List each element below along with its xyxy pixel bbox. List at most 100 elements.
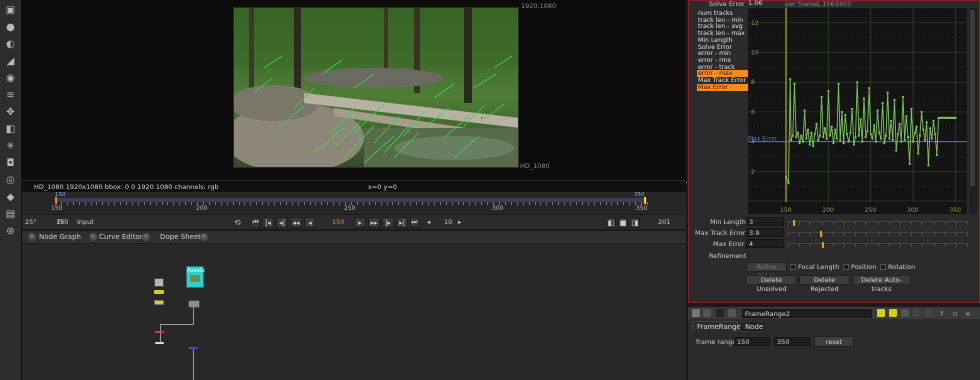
assets-backdrop[interactable]: Assets bbox=[186, 266, 205, 288]
write-node[interactable] bbox=[155, 342, 164, 344]
toggle-icon[interactable] bbox=[716, 309, 724, 317]
min-length-field[interactable]: 3 bbox=[746, 217, 784, 226]
next-keyframe-button[interactable]: ▸| bbox=[396, 217, 408, 228]
delete-autotracks-button[interactable]: Delete Auto-tracks bbox=[852, 275, 911, 293]
reset-button[interactable]: reset bbox=[814, 336, 854, 347]
viewer-image bbox=[233, 7, 519, 168]
framerange-node-red[interactable] bbox=[155, 331, 164, 333]
first-frame-button[interactable]: ⏮ bbox=[251, 217, 260, 228]
dot-node[interactable] bbox=[154, 290, 164, 294]
error-point bbox=[849, 131, 852, 134]
tab-node[interactable]: Node bbox=[740, 321, 766, 332]
input-node-icon[interactable] bbox=[889, 309, 897, 317]
tab-curve-editor[interactable]: Curve Editor bbox=[95, 233, 143, 241]
step-forward-increment-icon[interactable]: ▸ bbox=[458, 218, 461, 226]
max-track-error-field[interactable]: 3.9 bbox=[746, 228, 784, 237]
rotation-checkbox[interactable] bbox=[880, 264, 886, 270]
graph-scrollbar[interactable] bbox=[969, 8, 977, 214]
time-icon[interactable]: ◐ bbox=[4, 38, 17, 51]
delete-unsolved-button[interactable]: Delete Unsolved bbox=[746, 275, 797, 293]
range-end-field[interactable]: 350 bbox=[774, 337, 810, 346]
step-back-increment-icon[interactable]: ◂ bbox=[427, 218, 430, 226]
color-icon[interactable]: ◉ bbox=[4, 72, 17, 85]
slider-handle[interactable] bbox=[793, 220, 795, 226]
error-point bbox=[827, 90, 830, 93]
timeline-tick bbox=[161, 202, 163, 205]
play-backward-button[interactable]: ◂ bbox=[304, 217, 316, 228]
transform-icon[interactable]: ✥ bbox=[4, 106, 17, 119]
float-panel-icon[interactable]: ▫ bbox=[953, 310, 957, 318]
step-forward-button[interactable]: ▸▸ bbox=[368, 217, 380, 228]
prev-keyframe-button[interactable]: |◂ bbox=[262, 217, 274, 228]
slider-handle[interactable] bbox=[822, 242, 824, 248]
in-point-button[interactable]: ◧ bbox=[606, 217, 616, 228]
max-track-error-label: Max Track Error bbox=[695, 229, 746, 237]
toolsets-icon[interactable]: ▤ bbox=[4, 208, 17, 221]
metadata-icon[interactable]: ◆ bbox=[4, 191, 17, 204]
slider-tick bbox=[799, 233, 801, 236]
slider-tick bbox=[866, 233, 868, 236]
output-node-icon[interactable] bbox=[901, 309, 909, 317]
refine-solve-button[interactable]: Refine Solve bbox=[746, 262, 787, 280]
current-frame-field[interactable]: 150 bbox=[332, 218, 344, 226]
framerange-node-blue[interactable] bbox=[188, 347, 198, 349]
loop-icon[interactable]: ⟲ bbox=[234, 218, 241, 227]
filter-icon[interactable]: ≋ bbox=[4, 89, 17, 102]
tab-framerange[interactable]: FrameRange bbox=[692, 321, 741, 332]
close-panel-icon[interactable]: × bbox=[965, 310, 970, 318]
camera-tracker-node[interactable] bbox=[188, 300, 200, 308]
transform-node[interactable] bbox=[154, 300, 164, 305]
timeline-tick bbox=[469, 202, 471, 205]
help-icon[interactable]: ? bbox=[940, 310, 943, 318]
draw-icon[interactable]: ● bbox=[4, 21, 17, 34]
center-node-icon[interactable] bbox=[877, 309, 885, 317]
timeline[interactable]: 150 350 150 200 250 300 350 bbox=[22, 192, 686, 214]
viewer-info-bar: HD_1080 1920x1080 bbox: 0 0 1920 1080 ch… bbox=[22, 180, 686, 192]
channel-icon[interactable]: ◢ bbox=[4, 55, 17, 68]
link-icon[interactable] bbox=[913, 309, 921, 317]
out-point-marker[interactable] bbox=[644, 197, 646, 204]
close-tab-icon[interactable]: × bbox=[200, 233, 208, 241]
delete-rejected-button[interactable]: Delete Rejected bbox=[799, 275, 850, 293]
read-node[interactable] bbox=[154, 278, 164, 287]
swatch-icon[interactable] bbox=[728, 309, 736, 317]
node-connection bbox=[193, 307, 194, 325]
prev-frame-button[interactable]: ◂| bbox=[276, 217, 288, 228]
tab-dope-sheet[interactable]: Dope Sheet bbox=[156, 233, 201, 241]
viewer-icon[interactable]: ▣ bbox=[4, 4, 17, 17]
next-frame-button[interactable]: |▸ bbox=[382, 217, 394, 228]
views-icon[interactable]: ◎ bbox=[4, 174, 17, 187]
node-name-field[interactable]: FrameRange2 bbox=[742, 309, 872, 318]
step-size-field[interactable]: 10 bbox=[444, 218, 452, 226]
max-error-field[interactable]: 4 bbox=[746, 239, 784, 248]
close-tab-icon[interactable]: × bbox=[142, 233, 150, 241]
node-color-icon[interactable] bbox=[692, 309, 700, 317]
step-back-button[interactable]: ◂◂ bbox=[290, 217, 302, 228]
timeline-tick bbox=[546, 202, 548, 205]
revert-icon[interactable] bbox=[925, 309, 933, 317]
zoom-dropdown[interactable]: 25° bbox=[25, 218, 37, 226]
timeline-tick bbox=[416, 202, 418, 205]
deep-icon[interactable]: ◘ bbox=[4, 157, 17, 170]
position-checkbox[interactable] bbox=[843, 264, 849, 270]
error-point bbox=[878, 131, 881, 134]
focal-length-checkbox[interactable] bbox=[790, 264, 796, 270]
other-icon[interactable]: ⊛ bbox=[4, 225, 17, 238]
timeline-tick bbox=[114, 202, 116, 205]
particles-icon[interactable]: ✳ bbox=[4, 140, 17, 153]
stop-button[interactable]: ■ bbox=[618, 217, 628, 228]
input-dropdown[interactable]: Input bbox=[77, 218, 94, 226]
range-start-field[interactable]: 150 bbox=[734, 337, 770, 346]
timeline-tick-label: 350 bbox=[636, 205, 648, 212]
3d-icon[interactable]: ◧ bbox=[4, 123, 17, 136]
out-point-button[interactable]: ◨ bbox=[630, 217, 640, 228]
slider-tick bbox=[844, 244, 845, 247]
timeline-tick bbox=[575, 202, 577, 205]
node-graph-canvas[interactable]: Assets bbox=[22, 244, 686, 380]
tab-node-graph[interactable]: Node Graph bbox=[35, 233, 81, 241]
play-forward-button[interactable]: ▸ bbox=[354, 217, 366, 228]
slider-handle[interactable] bbox=[820, 231, 822, 237]
last-frame-button[interactable]: ⏭ bbox=[410, 217, 419, 228]
gear-icon[interactable] bbox=[703, 309, 711, 317]
error-graph[interactable]: 12108642150200250300350Max Error bbox=[748, 7, 967, 214]
